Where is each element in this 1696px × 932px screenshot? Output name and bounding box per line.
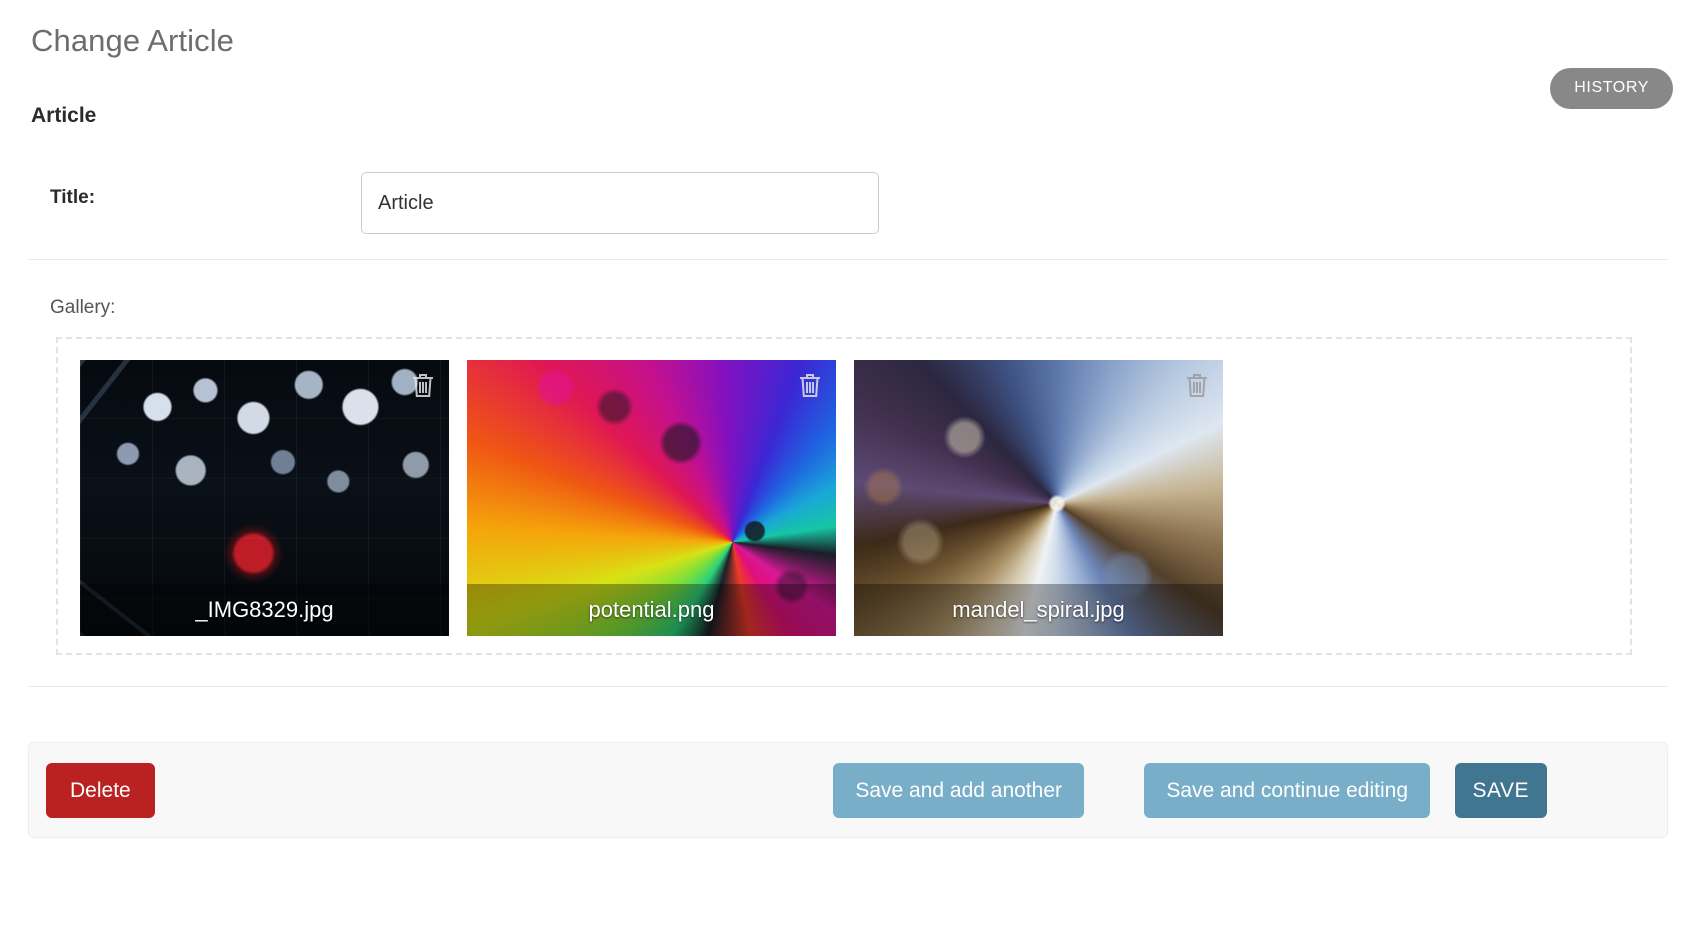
- page-title: Change Article: [31, 23, 235, 58]
- trash-icon[interactable]: [410, 371, 436, 399]
- history-button[interactable]: HISTORY: [1550, 68, 1673, 109]
- gallery-dropzone[interactable]: _IMG8329.jpg potential.png mandel_spiral…: [56, 337, 1632, 655]
- save-button[interactable]: SAVE: [1454, 763, 1547, 818]
- save-and-continue-editing-button[interactable]: Save and continue editing: [1144, 763, 1430, 818]
- trash-icon[interactable]: [797, 371, 823, 399]
- divider-bottom: [28, 686, 1668, 687]
- thumbnail-filename: mandel_spiral.jpg: [854, 584, 1223, 636]
- title-input[interactable]: [361, 172, 879, 234]
- change-article-page: Change Article HISTORY Article Title: Ga…: [0, 0, 1696, 932]
- thumbnail-filename: potential.png: [467, 584, 836, 636]
- divider-top: [28, 259, 1668, 260]
- submit-row: Delete Save and add another Save and con…: [28, 742, 1668, 838]
- gallery-label: Gallery:: [50, 297, 116, 318]
- gallery-item[interactable]: _IMG8329.jpg: [80, 360, 449, 636]
- save-and-add-another-button[interactable]: Save and add another: [833, 763, 1084, 818]
- delete-button[interactable]: Delete: [46, 763, 155, 818]
- title-field-row: Title:: [0, 155, 1696, 259]
- thumbnail-filename: _IMG8329.jpg: [80, 584, 449, 636]
- gallery-item[interactable]: potential.png: [467, 360, 836, 636]
- fieldset-title: Article: [31, 104, 97, 127]
- trash-icon[interactable]: [1184, 371, 1210, 399]
- gallery-thumbnail-list: _IMG8329.jpg potential.png mandel_spiral…: [80, 360, 1223, 636]
- gallery-item[interactable]: mandel_spiral.jpg: [854, 360, 1223, 636]
- title-label: Title:: [50, 187, 96, 208]
